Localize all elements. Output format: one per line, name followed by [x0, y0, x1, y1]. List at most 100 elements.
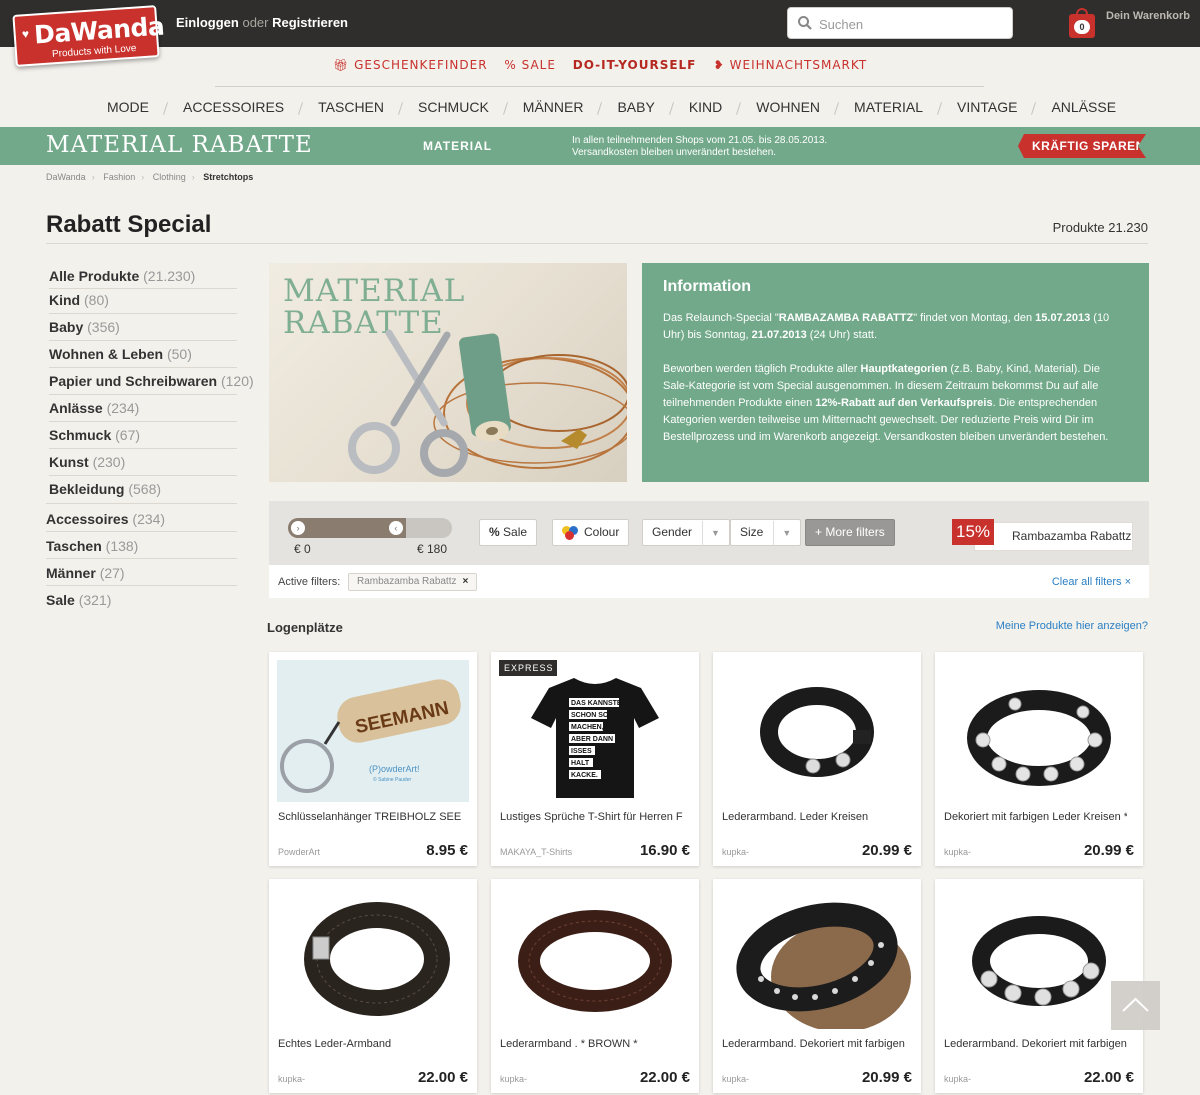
submenu-diy[interactable]: Do-it-yourself	[573, 58, 702, 72]
cart-button[interactable]: 0	[1069, 8, 1097, 40]
sidebar-item-kind[interactable]: Kind (80)	[49, 292, 109, 308]
nav-maenner[interactable]: MÄNNER	[506, 99, 601, 115]
product-image[interactable]	[721, 660, 913, 802]
sidebar-item-taschen[interactable]: Taschen (138)	[46, 538, 138, 554]
product-title[interactable]: Schlüsselanhänger TREIBHOLZ SEEMANN	[278, 811, 461, 823]
breadcrumb-dawanda[interactable]: DaWanda	[46, 172, 86, 182]
filter-bar: › ‹ € 0 € 180 % Sale Colour Gender ▼ Size…	[269, 501, 1149, 564]
nav-wohnen[interactable]: WOHNEN	[739, 99, 837, 115]
rabatt-filter-button[interactable]: Rambazamba Rabattz	[974, 522, 1133, 551]
breadcrumb-fashion[interactable]: Fashion	[103, 172, 135, 182]
clear-all-filters-link[interactable]: Clear all filters ×	[1052, 576, 1131, 588]
product-card[interactable]: SEEMANN (P)owderArt! © Sabine Pauder Sch…	[269, 652, 477, 866]
nav-schmuck[interactable]: SCHMUCK	[401, 99, 506, 115]
dawanda-logo[interactable]: ♥ DaWanda Products with Love	[10, 5, 165, 68]
nav-accessoires[interactable]: ACCESSOIRES	[166, 99, 301, 115]
product-card[interactable]: DAS KANNSTE SCHON SO MACHEN, ABER DANN I…	[491, 652, 699, 866]
scroll-to-top-button[interactable]	[1111, 981, 1160, 1030]
submenu-geschenkefinder[interactable]: 🎁︎ Geschenkefinder	[333, 58, 493, 72]
product-image[interactable]: DAS KANNSTE SCHON SO MACHEN, ABER DANN I…	[499, 660, 691, 802]
sidebar-item-bekleidung[interactable]: Bekleidung (568)	[49, 481, 161, 497]
or-text: oder	[242, 15, 269, 30]
keychain-sub: © Sabine Pauder	[373, 776, 411, 783]
promo-banner[interactable]: MATERIAL RABATTE MATERIAL In allen teiln…	[0, 127, 1200, 165]
nav-material[interactable]: MATERIAL	[837, 99, 940, 115]
product-card[interactable]: Lederarmband. Leder Kreisen kupka- 20.99…	[713, 652, 921, 866]
gender-filter-dropdown[interactable]: Gender ▼	[642, 519, 730, 546]
nav-vintage[interactable]: VINTAGE	[940, 99, 1034, 115]
shop-name[interactable]: kupka-	[944, 847, 971, 857]
submenu-sale[interactable]: % Sale	[504, 58, 560, 72]
express-badge: EXPRESS	[499, 660, 557, 676]
shop-name[interactable]: kupka-	[278, 1074, 305, 1084]
banner-cta-button[interactable]: KRÄFTIG SPAREN	[1018, 134, 1146, 158]
product-price: 20.99 €	[1083, 842, 1134, 859]
product-card[interactable]: Dekoriert mit farbigen Leder Kreisen * k…	[935, 652, 1143, 866]
product-price: 8.95 €	[426, 842, 468, 859]
login-link[interactable]: Einloggen	[176, 15, 239, 30]
search-box[interactable]	[787, 7, 1013, 39]
register-link[interactable]: Registrieren	[272, 15, 348, 30]
product-image[interactable]	[943, 887, 1135, 1029]
product-title[interactable]: Dekoriert mit farbigen Leder Kreisen *	[944, 811, 1127, 823]
sidebar-item-baby[interactable]: Baby (356)	[49, 319, 120, 335]
shop-name[interactable]: kupka-	[944, 1074, 971, 1084]
product-count: Produkte 21.230	[1052, 220, 1148, 235]
nav-baby[interactable]: BABY	[600, 99, 671, 115]
shop-name[interactable]: kupka-	[722, 1074, 749, 1084]
search-input[interactable]	[819, 14, 1004, 34]
my-products-link[interactable]: Meine Produkte hier anzeigen?	[996, 620, 1148, 632]
product-image[interactable]	[277, 887, 469, 1029]
price-min-handle[interactable]: ›	[291, 521, 305, 535]
product-image[interactable]	[499, 887, 691, 1029]
sidebar-item-papier[interactable]: Papier und Schreibwaren (120)	[49, 373, 254, 389]
search-icon	[798, 16, 812, 30]
price-slider[interactable]: › ‹	[288, 518, 452, 538]
close-icon[interactable]: ×	[463, 576, 469, 587]
product-image[interactable]	[943, 660, 1135, 802]
nav-mode[interactable]: MODE	[90, 99, 166, 115]
colour-filter-button[interactable]: Colour	[552, 519, 630, 546]
sidebar-item-anlaesse[interactable]: Anlässe (234)	[49, 400, 139, 416]
sidebar-item-schmuck[interactable]: Schmuck (67)	[49, 427, 140, 443]
product-title[interactable]: Lederarmband. Dekoriert mit farbigen L	[944, 1038, 1127, 1050]
product-card[interactable]: Lederarmband. Dekoriert mit farbigen kup…	[713, 879, 921, 1093]
breadcrumb-clothing[interactable]: Clothing	[153, 172, 186, 182]
shop-name[interactable]: kupka-	[500, 1074, 527, 1084]
keychain-image: SEEMANN (P)owderArt! © Sabine Pauder	[277, 660, 469, 802]
sale-filter-button[interactable]: % Sale	[479, 519, 538, 546]
size-filter-dropdown[interactable]: Size ▼	[730, 519, 802, 546]
sidebar-item-sale[interactable]: Sale (321)	[46, 592, 111, 608]
chevron-right-icon: ›	[141, 172, 145, 182]
product-title[interactable]: Lederarmband. Dekoriert mit farbigen	[722, 1038, 905, 1050]
product-image[interactable]: SEEMANN (P)owderArt! © Sabine Pauder	[277, 660, 469, 802]
active-filter-chip[interactable]: Rambazamba Rabattz ×	[348, 573, 478, 591]
product-card[interactable]: Lederarmband . * BROWN * kupka- 22.00 €	[491, 879, 699, 1093]
rabatt-percent-badge: 15%	[952, 519, 994, 545]
product-title[interactable]: Lederarmband. Leder Kreisen	[722, 811, 905, 823]
shop-name[interactable]: PowderArt	[278, 847, 320, 857]
shop-name[interactable]: kupka-	[722, 847, 749, 857]
shop-name[interactable]: MAKAYA_T-Shirts	[500, 847, 572, 857]
gift-icon: 🎁︎	[332, 58, 350, 72]
product-title[interactable]: Lustiges Sprüche T-Shirt für Herren FUN	[500, 811, 683, 823]
breadcrumb-current: Stretchtops	[203, 172, 254, 182]
nav-taschen[interactable]: TASCHEN	[301, 99, 401, 115]
nav-kind[interactable]: KIND	[672, 99, 739, 115]
product-title[interactable]: Lederarmband . * BROWN *	[500, 1038, 683, 1050]
product-card[interactable]: Echtes Leder-Armband kupka- 22.00 €	[269, 879, 477, 1093]
hearts-icon: ❥	[713, 58, 725, 72]
sidebar-item-accessoires[interactable]: Accessoires (234)	[46, 511, 165, 527]
sidebar-item-alle-produkte[interactable]: Alle Produkte (21.230)	[49, 268, 195, 284]
sidebar-item-wohnen-leben[interactable]: Wohnen & Leben (50)	[49, 346, 192, 362]
cart-label[interactable]: Dein Warenkorb	[1106, 10, 1190, 22]
submenu-weihnachtsmarkt[interactable]: ❥ Weihnachtsmarkt	[714, 58, 868, 72]
nav-anlaesse[interactable]: ANLÄSSE	[1034, 99, 1133, 115]
sidebar-item-kunst[interactable]: Kunst (230)	[49, 454, 125, 470]
product-image[interactable]	[721, 887, 913, 1029]
more-filters-button[interactable]: + More filters	[805, 519, 895, 546]
product-title[interactable]: Echtes Leder-Armband	[278, 1038, 461, 1050]
price-max-handle[interactable]: ‹	[388, 521, 403, 535]
scissors-thread-illustration	[348, 329, 627, 477]
sidebar-item-maenner[interactable]: Männer (27)	[46, 565, 125, 581]
